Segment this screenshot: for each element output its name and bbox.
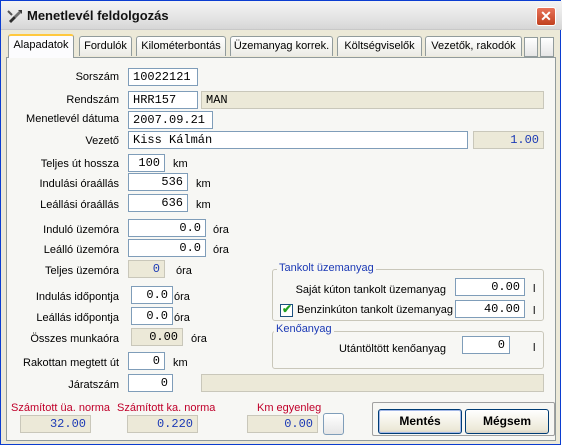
sajat-kut-field[interactable]: 0.00	[455, 278, 525, 296]
leallasi-oraallas-unit: km	[196, 199, 211, 211]
rendszam-field[interactable]: HRR157	[128, 91, 198, 109]
vehicle-make-field: MAN	[201, 91, 544, 109]
rakottan-ut-field[interactable]: 0	[128, 352, 165, 370]
leallasi-oraallas-label: Leállási óraállás	[40, 199, 119, 211]
cancel-button[interactable]: Mégsem	[465, 409, 549, 434]
km-egyenleg-label: Km egyenleg	[257, 402, 322, 414]
indulo-uzemora-field[interactable]: 0.0	[128, 219, 206, 237]
teljes-uzemora-field: 0	[128, 260, 165, 278]
rakottan-ut-label: Rakottan megtett út	[23, 357, 119, 369]
rakottan-ut-unit: km	[173, 357, 188, 369]
teljes-ut-label: Teljes út hossza	[40, 158, 119, 170]
dialog-window: Menetlevél feldolgozás ✕ Alapadatok Ford…	[0, 0, 562, 445]
utantoltott-kenoanyag-label: Utántöltött kenőanyag	[338, 343, 446, 355]
tab-scroll-left-button[interactable]	[524, 37, 538, 57]
leallas-idopontja-field[interactable]: 0.0	[131, 307, 173, 325]
osszes-munkaora-label: Összes munkaóra	[30, 333, 119, 345]
jaratszam-label: Járatszám	[68, 379, 119, 391]
benzinkut-field[interactable]: 40.00	[455, 300, 525, 318]
close-button[interactable]: ✕	[536, 7, 556, 26]
utantoltott-kenoanyag-unit: l	[533, 342, 536, 354]
vezeto-label: Vezető	[85, 135, 119, 147]
indulasi-oraallas-field[interactable]: 536	[128, 173, 188, 191]
indulas-idopontja-field[interactable]: 0.0	[131, 286, 173, 304]
leallas-idopontja-unit: óra	[174, 312, 190, 324]
teljes-ut-unit: km	[173, 158, 188, 170]
menetlevel-datum-field[interactable]: 2007.09.21	[128, 111, 213, 129]
save-button[interactable]: Mentés	[378, 409, 462, 434]
vezeto-ratio-field: 1.00	[473, 131, 544, 149]
osszes-munkaora-field: 0.00	[131, 328, 183, 346]
teljes-uzemora-unit: óra	[176, 265, 192, 277]
jaratszam-description-field	[201, 374, 544, 392]
leallasi-oraallas-field[interactable]: 636	[128, 194, 188, 212]
rendszam-label: Rendszám	[66, 94, 119, 106]
teljes-uzemora-label: Teljes üzemóra	[45, 265, 119, 277]
tab-alapadatok[interactable]: Alapadatok	[8, 34, 74, 58]
km-egyenleg-button[interactable]	[323, 413, 344, 435]
indulas-idopontja-label: Indulás időpontja	[35, 291, 119, 303]
indulo-uzemora-unit: óra	[213, 224, 229, 236]
window-title: Menetlevél feldolgozás	[27, 8, 169, 23]
tab-scroll-right-button[interactable]	[540, 37, 554, 57]
app-icon	[7, 10, 22, 23]
utantoltott-kenoanyag-field[interactable]: 0	[462, 336, 510, 354]
osszes-munkaora-unit: óra	[191, 333, 207, 345]
title-bar[interactable]: Menetlevél feldolgozás ✕	[1, 1, 562, 30]
tab-uzemanyag-korrek[interactable]: Üzemanyag korrek.	[230, 36, 333, 56]
kenoanyag-title: Kenőanyag	[274, 323, 334, 335]
sajat-kut-label: Saját kúton tankolt üzemanyag	[295, 284, 446, 296]
sajat-kut-unit: l	[533, 283, 536, 295]
close-icon: ✕	[540, 8, 552, 24]
jaratszam-field[interactable]: 0	[128, 374, 173, 392]
indulasi-oraallas-label: Indulási óraállás	[39, 178, 120, 190]
indulas-idopontja-unit: óra	[174, 291, 190, 303]
leallo-uzemora-unit: óra	[213, 244, 229, 256]
teljes-ut-field[interactable]: 100	[128, 154, 165, 172]
ka-norma-field: 0.220	[127, 415, 198, 433]
leallas-idopontja-label: Leállás időpontja	[36, 312, 119, 324]
benzinkut-unit: l	[533, 305, 536, 317]
ua-norma-field: 32.00	[20, 415, 91, 433]
km-egyenleg-field: 0.00	[247, 415, 318, 433]
tab-kilometerbontas[interactable]: Kilométerbontás	[136, 36, 226, 56]
leallo-uzemora-label: Leálló üzemóra	[43, 244, 119, 256]
benzinkut-label: Benzinkúton tankolt üzemanyag	[297, 304, 453, 316]
sorszam-field[interactable]: 10022121	[128, 68, 198, 86]
indulo-uzemora-label: Induló üzemóra	[43, 224, 119, 236]
sorszam-label: Sorszám	[75, 71, 119, 83]
checkmark-icon: ✔	[282, 302, 293, 316]
tab-koltsegviselok[interactable]: Költségviselők	[337, 36, 422, 56]
ua-norma-label: Számított üa. norma	[11, 402, 111, 414]
tab-vezetok-rakodok[interactable]: Vezetők, rakodók	[425, 36, 522, 56]
indulasi-oraallas-unit: km	[196, 178, 211, 190]
tankolt-uzemanyag-title: Tankolt üzemanyag	[277, 262, 376, 274]
vezeto-field[interactable]: Kiss Kálmán	[128, 131, 468, 149]
leallo-uzemora-field[interactable]: 0.0	[128, 239, 206, 257]
benzinkut-checkbox[interactable]: ✔	[280, 302, 293, 317]
ka-norma-label: Számított ka. norma	[117, 402, 216, 414]
tab-fordulok[interactable]: Fordulók	[79, 36, 132, 56]
datum-label: Menetlevél dátuma	[26, 113, 119, 125]
